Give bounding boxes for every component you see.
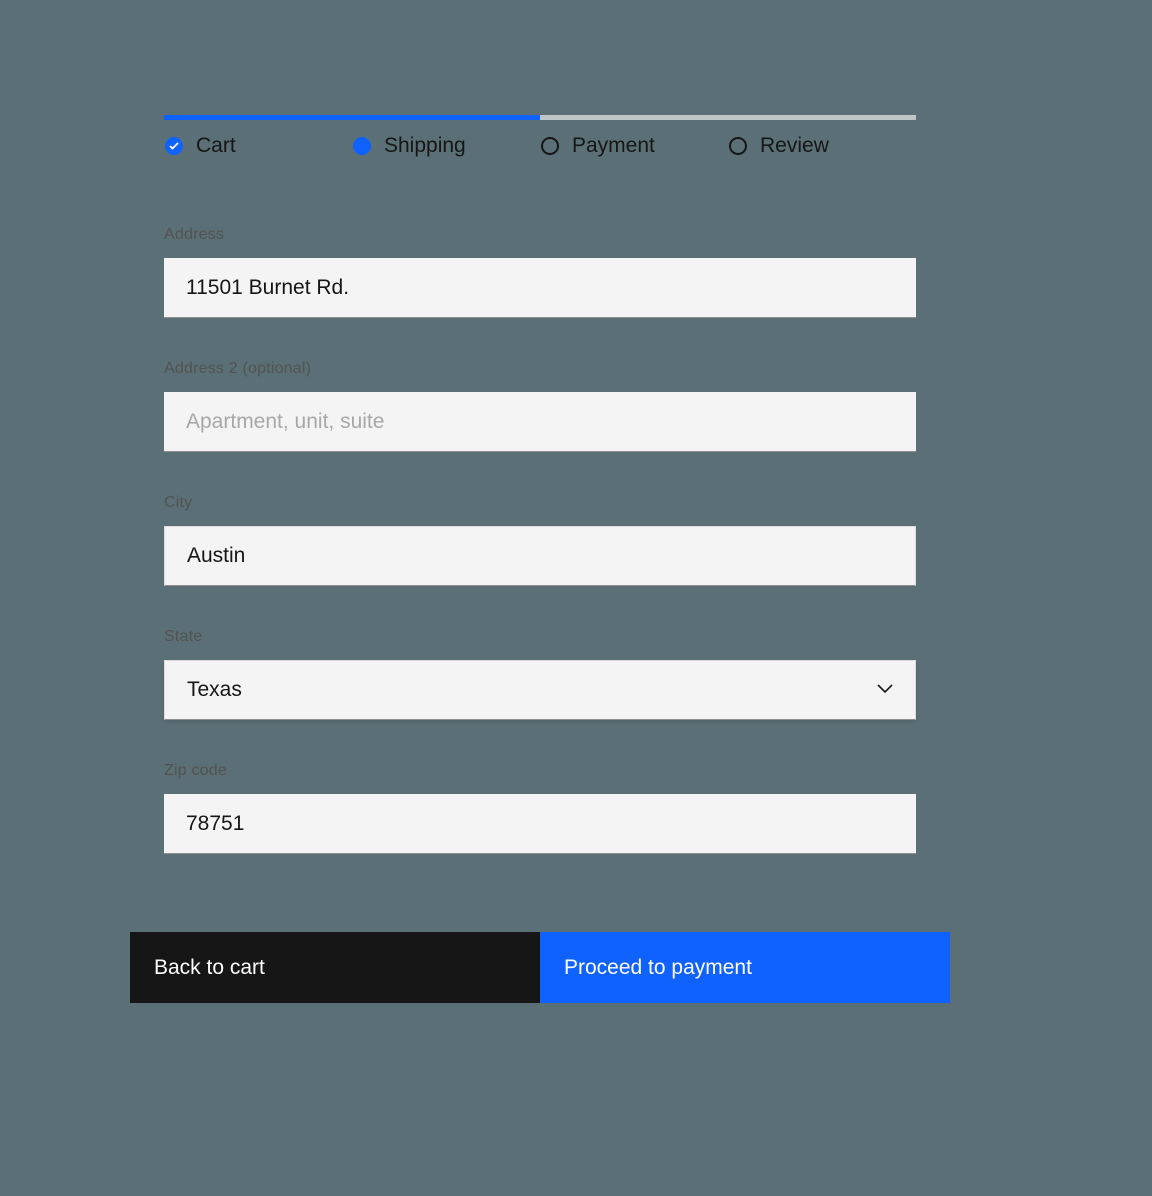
chevron-down-icon — [877, 681, 893, 699]
step-cart[interactable]: Cart — [164, 134, 352, 158]
city-label: City — [164, 494, 916, 512]
step-label: Cart — [196, 134, 236, 158]
step-label: Review — [760, 134, 829, 158]
step-label: Payment — [572, 134, 655, 158]
state-value: Texas — [187, 678, 242, 702]
address2-label: Address 2 (optional) — [164, 360, 916, 378]
checkmark-filled-icon — [164, 136, 184, 156]
field-address2: Address 2 (optional) — [164, 360, 916, 452]
step-payment[interactable]: Payment — [540, 134, 728, 158]
field-zip: Zip code — [164, 762, 916, 854]
address2-input[interactable] — [164, 392, 916, 452]
address-label: Address — [164, 226, 916, 244]
zip-label: Zip code — [164, 762, 916, 780]
field-city: City — [164, 494, 916, 586]
back-to-cart-button[interactable]: Back to cart — [130, 932, 540, 1003]
city-input[interactable] — [164, 526, 916, 586]
progress-steps: Cart Shipping Payment R — [164, 134, 916, 158]
field-address: Address — [164, 226, 916, 318]
step-review[interactable]: Review — [728, 134, 916, 158]
state-select[interactable]: Texas — [164, 660, 916, 720]
circle-outline-icon — [540, 136, 560, 156]
zip-input[interactable] — [164, 794, 916, 854]
field-state: State Texas — [164, 628, 916, 720]
progress-track — [164, 115, 916, 120]
state-label: State — [164, 628, 916, 646]
address-input[interactable] — [164, 258, 916, 318]
progress-fill — [164, 115, 540, 120]
circle-filled-icon — [352, 136, 372, 156]
step-label: Shipping — [384, 134, 466, 158]
proceed-to-payment-button[interactable]: Proceed to payment — [540, 932, 950, 1003]
circle-outline-icon — [728, 136, 748, 156]
step-shipping[interactable]: Shipping — [352, 134, 540, 158]
